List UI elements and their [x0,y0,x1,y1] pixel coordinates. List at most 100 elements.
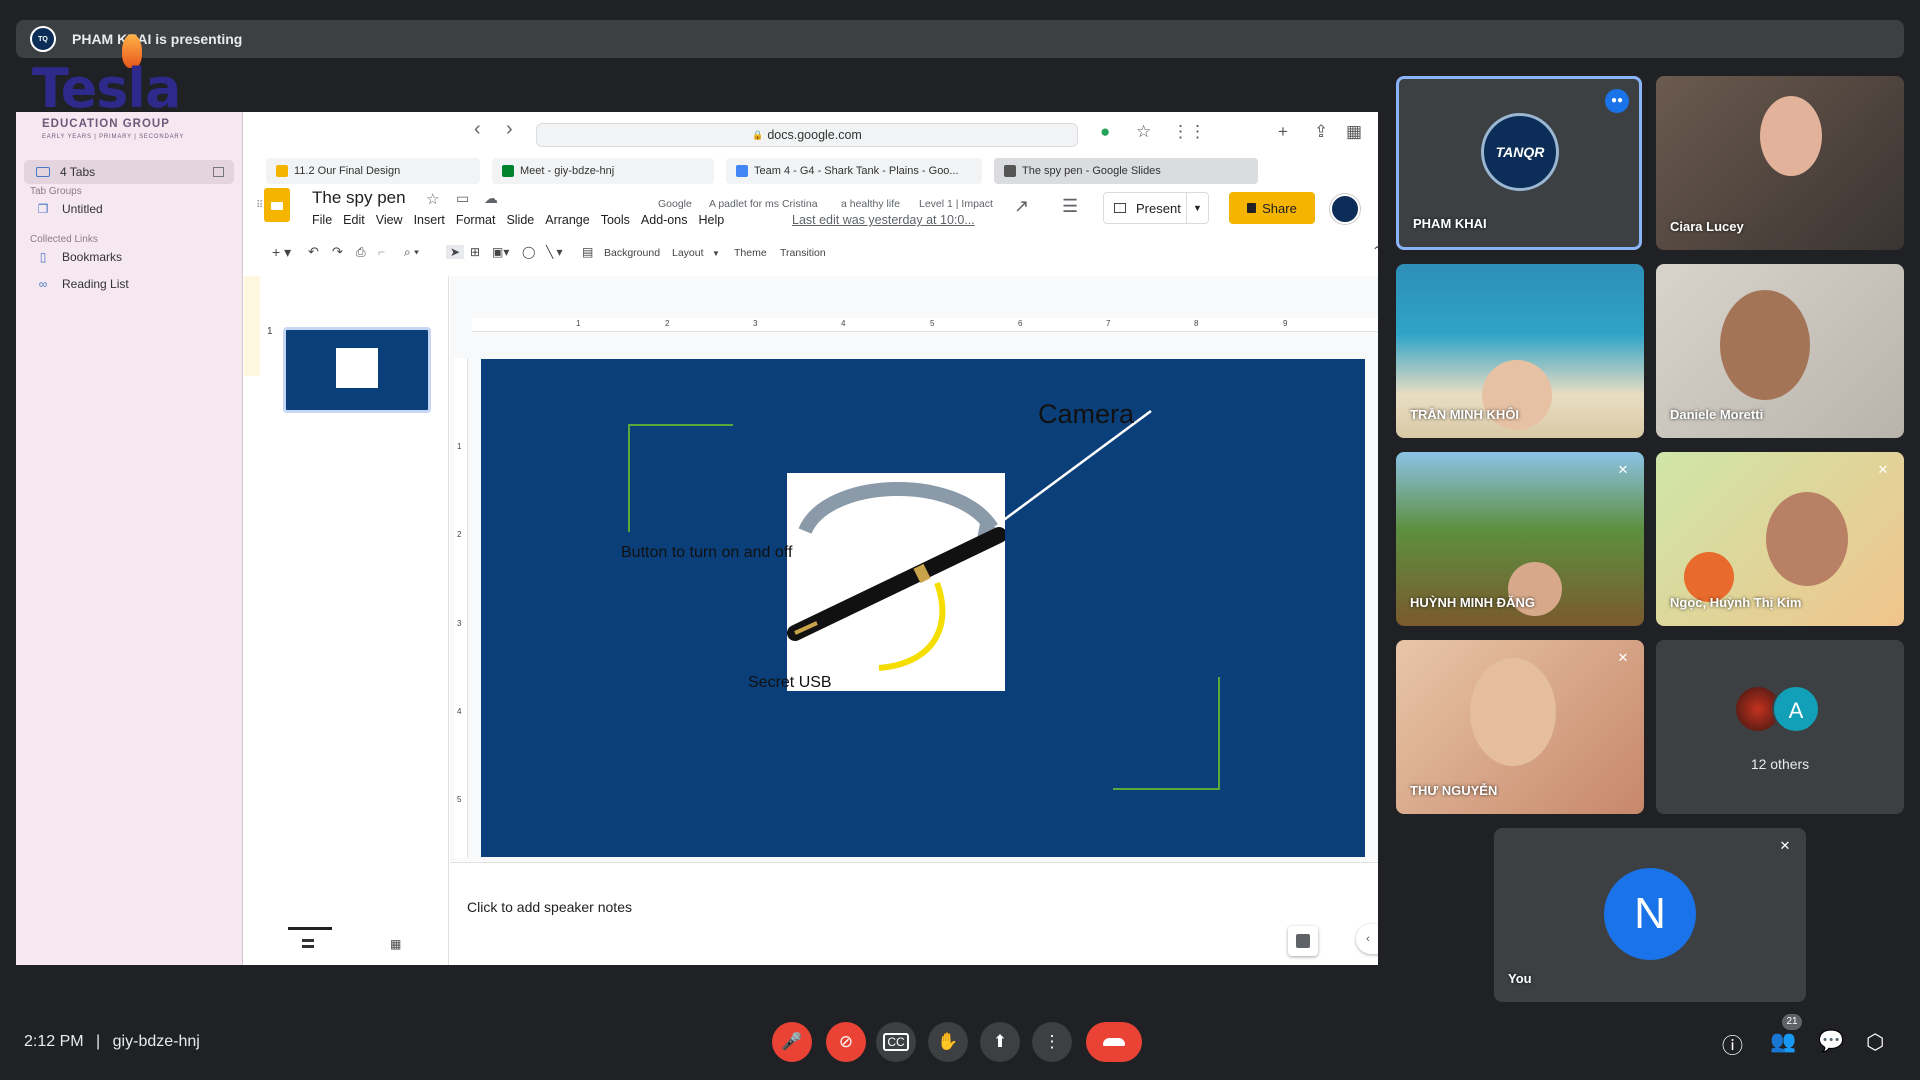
tab-meet[interactable]: Meet - giy-bdze-hnj [492,158,714,184]
grid-view-icon[interactable] [213,167,224,177]
paint-format-icon[interactable]: ⌐ [378,245,385,259]
button-label[interactable]: Button to turn on and off [621,544,792,562]
transition-button[interactable]: Transition [780,247,826,259]
grid-view-icon[interactable]: ▦ [390,937,401,951]
slide-canvas[interactable]: Camera Button to turn on and off Secret … [481,359,1365,857]
tab-shark-tank[interactable]: Team 4 - G4 - Shark Tank - Plains - Goo.… [726,158,982,184]
cloud-icon[interactable]: ☁ [484,190,498,207]
forward-arrow-icon[interactable]: › [506,118,513,141]
image-icon[interactable]: ▣▾ [492,245,509,259]
close-tab-icon[interactable] [1004,165,1016,177]
present-now-button[interactable]: ⬆ [980,1022,1020,1062]
apps-grid-icon[interactable]: ⋮⋮ [1172,122,1206,142]
participant-name: Daniele Moretti [1670,407,1764,422]
participant-tile-others[interactable]: A 12 others [1656,640,1904,814]
pen-body [787,527,1005,641]
participant-tile-thu-nguyen[interactable]: ✕ THƯ NGUYỄN [1396,640,1644,814]
menu-file[interactable]: File [312,213,332,227]
back-arrow-icon[interactable]: ‹ [474,118,481,141]
sidebar-item-reading-list[interactable]: ∞ Reading List [36,277,129,291]
captions-button[interactable]: CC [876,1022,916,1062]
background-button[interactable]: Background [604,247,660,259]
sidebar-item-bookmarks[interactable]: ▯ Bookmarks [36,250,122,264]
camera-toggle-button[interactable]: ⊘ [826,1022,866,1062]
tab-final-design[interactable]: 11.2 Our Final Design [266,158,480,184]
print-icon[interactable]: ⎙ [356,245,366,260]
text-box-icon[interactable]: ⊞ [470,245,480,259]
mic-toggle-button[interactable]: 🎤 [772,1022,812,1062]
slides-icon [276,165,288,177]
activities-icon[interactable]: ⬡ [1866,1030,1884,1055]
apps-icon[interactable]: ⠿ [256,200,263,211]
chat-icon[interactable]: 💬 [1818,1030,1844,1054]
menu-tools[interactable]: Tools [601,213,630,227]
tabs-overview-button[interactable]: 4 Tabs [24,160,234,184]
participant-tile-pham-khai[interactable]: TANQR ●● PHAM KHAI [1396,76,1642,250]
last-edit-link[interactable]: Last edit was yesterday at 10:0... [792,213,975,227]
star-icon[interactable]: ☆ [426,190,439,208]
meeting-details-icon[interactable]: ⓘ [1722,1030,1743,1060]
usb-label[interactable]: Secret USB [748,674,832,692]
address-bar[interactable]: 🔒 docs.google.com [536,123,1078,147]
slide-thumbnail[interactable] [283,327,431,413]
participant-tile-ngoc-huynh-thi-kim[interactable]: ✕ Ngọc, Huỳnh Thị Kim [1656,452,1904,626]
participant-tile-huynh-minh-dang[interactable]: ✕ HUỲNH MINH ĐĂNG [1396,452,1644,626]
participant-tile-ciara-lucey[interactable]: Ciara Lucey [1656,76,1904,250]
comment-icon[interactable]: ▤ [582,245,593,259]
share-icon[interactable]: ⇪ [1314,122,1328,142]
share-button[interactable]: Share [1229,192,1315,224]
people-icon[interactable]: 👥 [1770,1030,1796,1054]
participant-tile-you[interactable]: N ✕ You [1494,828,1806,1002]
activity-trend-icon[interactable]: ↗ [1014,196,1029,217]
menu-addons[interactable]: Add-ons [641,213,688,227]
explore-icon[interactable] [1288,926,1318,956]
menu-arrange[interactable]: Arrange [545,213,589,227]
present-dropdown-icon[interactable]: ▼ [1186,193,1208,223]
participant-tile-tran-minh-khoi[interactable]: TRẦN MINH KHÔI [1396,264,1644,438]
layout-dropdown-icon[interactable]: ▼ [712,249,720,258]
bookmark-padlet[interactable]: A padlet for ms Cristina [709,198,818,210]
theme-button[interactable]: Theme [734,247,767,259]
speaker-notes-placeholder[interactable]: Click to add speaker notes [467,899,632,915]
sidebar-item-untitled[interactable]: ❐ Untitled [36,202,103,216]
tab-overview-icon[interactable]: ▦ [1346,122,1362,142]
thumbnail-pen-image [336,348,378,388]
folder-icon[interactable]: ▭ [456,190,469,207]
present-button[interactable]: Present ▼ [1103,192,1209,224]
comments-icon[interactable]: ☰ [1062,196,1078,217]
account-avatar[interactable] [1330,194,1360,224]
menu-slide[interactable]: Slide [506,213,534,227]
layout-button[interactable]: Layout [672,247,704,259]
shape-icon[interactable]: ◯ [522,245,535,259]
line-icon[interactable]: ╲ ▾ [546,245,563,259]
leave-call-button[interactable] [1086,1022,1142,1062]
extension-icon[interactable]: ● [1100,122,1110,142]
presentation-title[interactable]: The spy pen [312,188,406,208]
raise-hand-button[interactable]: ✋ [928,1022,968,1062]
undo-icon[interactable]: ↶ [308,244,319,260]
camera-label[interactable]: Camera [1038,399,1134,430]
bookmark-healthy-life[interactable]: a healthy life [841,198,900,210]
redo-icon[interactable]: ↷ [332,244,343,260]
new-slide-icon[interactable]: + ▾ [272,244,291,261]
collapse-side-panel-icon[interactable]: ‹ [1356,924,1378,954]
participant-tile-daniele-moretti[interactable]: Daniele Moretti [1656,264,1904,438]
menu-format[interactable]: Format [456,213,496,227]
select-cursor-icon[interactable]: ➤ [446,245,465,259]
menu-insert[interactable]: Insert [414,213,445,227]
zoom-icon[interactable]: ⌕ ▾ [404,245,419,260]
menu-help[interactable]: Help [698,213,724,227]
bookmark-impact[interactable]: Level 1 | Impact [919,198,993,210]
filmstrip-view-icon[interactable] [302,939,314,948]
menu-edit[interactable]: Edit [343,213,365,227]
new-tab-icon[interactable]: + [1278,122,1288,142]
slides-logo-icon[interactable] [264,188,290,222]
collapse-toolbar-icon[interactable]: ⌃ [1372,244,1378,258]
menu-view[interactable]: View [376,213,403,227]
bookmark-google[interactable]: Google [658,198,692,210]
slide-number: 1 [267,326,273,337]
star-icon[interactable]: ☆ [1136,122,1151,142]
spy-pen-image[interactable] [787,473,1005,691]
tab-spy-pen[interactable]: The spy pen - Google Slides [994,158,1258,184]
more-options-button[interactable]: ⋮ [1032,1022,1072,1062]
